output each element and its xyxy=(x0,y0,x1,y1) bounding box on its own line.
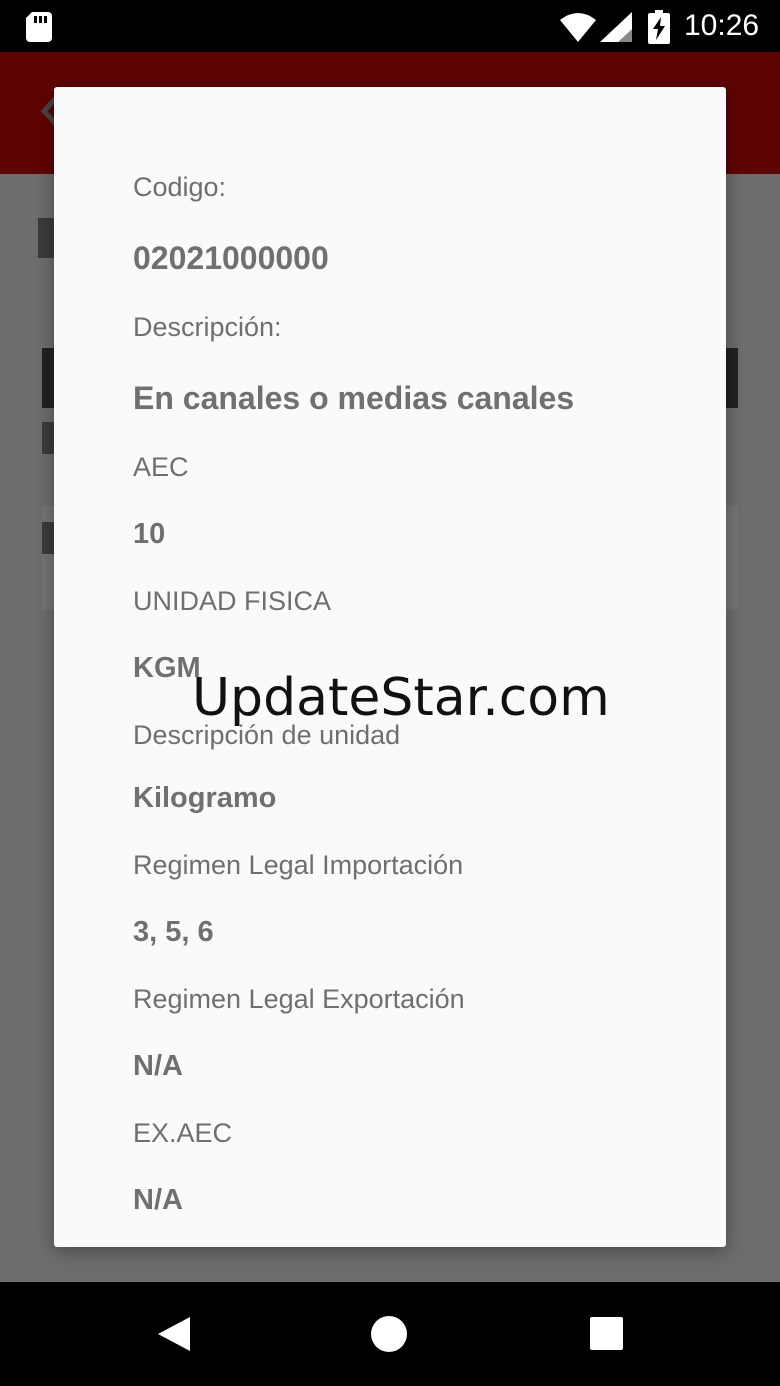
descripcion-unidad-value: Kilogramo xyxy=(133,782,277,814)
descripcion-value: En canales o medias canales xyxy=(133,380,575,416)
detail-dialog: Codigo: 02021000000 Descripción: En cana… xyxy=(54,87,726,1247)
back-icon[interactable] xyxy=(156,1315,192,1353)
aec-value: 10 xyxy=(133,518,166,550)
status-time: 10:26 xyxy=(684,9,760,42)
signal-icon xyxy=(600,12,632,42)
wifi-icon xyxy=(560,13,596,42)
background-title-fragment xyxy=(38,218,54,258)
unidad-fisica-label: UNIDAD FISICA xyxy=(133,586,332,616)
codigo-label: Codigo: xyxy=(133,172,227,202)
codigo-value: 02021000000 xyxy=(133,240,329,276)
regimen-exportacion-value: N/A xyxy=(133,1050,183,1082)
background-card-text-fragment xyxy=(42,522,54,554)
regimen-importacion-label: Regimen Legal Importación xyxy=(133,850,464,880)
aec-label: AEC xyxy=(133,452,189,482)
status-bar: 10:26 xyxy=(0,0,780,52)
sd-card-icon xyxy=(26,12,52,42)
battery-charging-icon xyxy=(648,10,670,44)
recents-icon[interactable] xyxy=(590,1317,623,1350)
ex-aec-label: EX.AEC xyxy=(133,1118,233,1148)
regimen-importacion-value: 3, 5, 6 xyxy=(133,916,214,948)
regimen-exportacion-label: Regimen Legal Exportación xyxy=(133,984,465,1014)
home-icon[interactable] xyxy=(371,1316,407,1352)
ex-aec-value: N/A xyxy=(133,1184,183,1216)
unidad-fisica-value: KGM xyxy=(133,652,201,684)
descripcion-label: Descripción: xyxy=(133,312,282,342)
watermark: UpdateStar.com xyxy=(192,668,610,728)
background-text-fragment xyxy=(42,422,54,454)
